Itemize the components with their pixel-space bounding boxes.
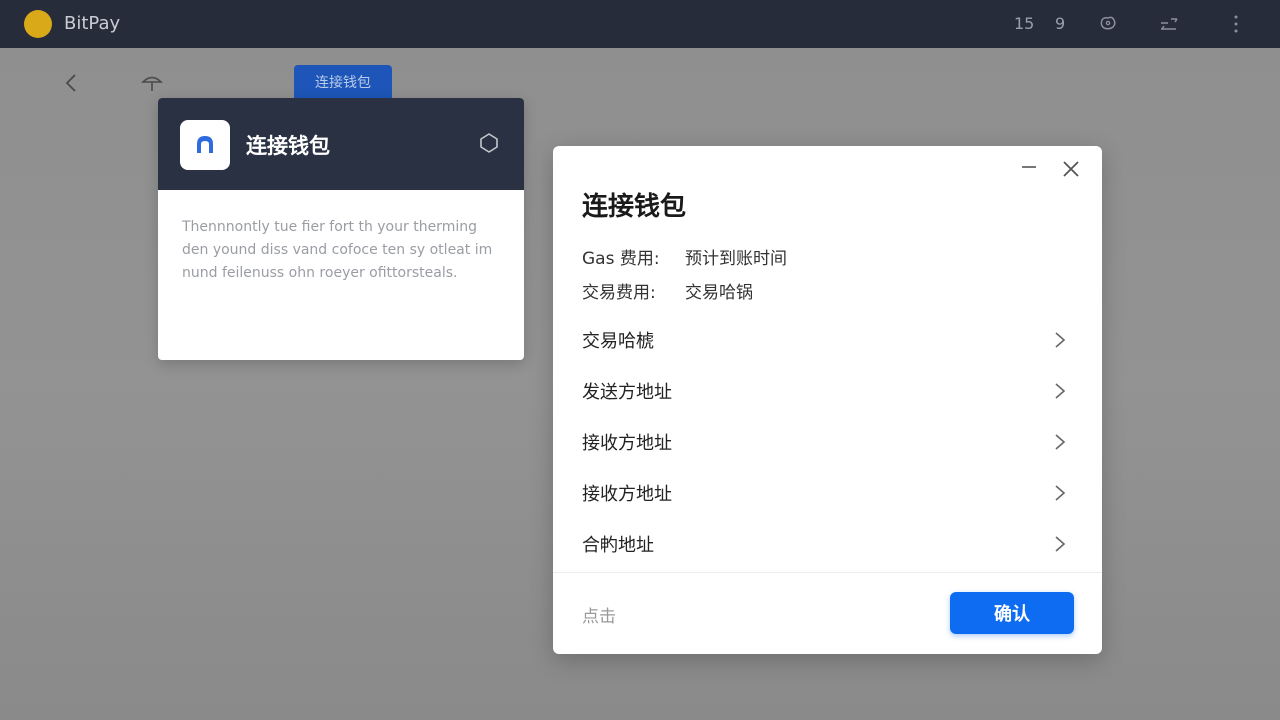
footer-divider bbox=[553, 572, 1102, 573]
wallet-info-card: 连接钱包 Thennnontly tue fier fort th your t… bbox=[158, 98, 524, 360]
app-title: BitPay bbox=[64, 13, 121, 34]
app-logo-icon bbox=[24, 10, 52, 38]
wallet-logo bbox=[180, 120, 230, 170]
gas-fee-row: Gas 费用: 预计到账时间 bbox=[582, 244, 787, 269]
umbrella-icon[interactable] bbox=[140, 72, 164, 94]
minimize-icon[interactable] bbox=[1022, 166, 1036, 169]
puzzle-icon[interactable] bbox=[1098, 14, 1118, 34]
connect-wallet-tab[interactable]: 连接钱包 bbox=[294, 65, 392, 99]
card-text-line: Thennnontly tue fier fort th your thermi… bbox=[182, 219, 477, 235]
close-icon[interactable] bbox=[1060, 158, 1082, 180]
top-counter-1[interactable]: 15 bbox=[1014, 14, 1034, 33]
chevron-right-icon bbox=[1055, 433, 1066, 450]
top-counter-2[interactable]: 9 bbox=[1055, 14, 1065, 33]
more-vertical-icon[interactable] bbox=[1226, 14, 1246, 34]
chevron-right-icon bbox=[1055, 382, 1066, 399]
list-item-sender-address[interactable]: 发送方地址 bbox=[553, 365, 1102, 416]
switch-icon[interactable] bbox=[1158, 14, 1180, 34]
back-icon[interactable] bbox=[60, 72, 82, 94]
wallet-arch-icon bbox=[197, 136, 213, 153]
list-item-contract-address[interactable]: 合畃地址 bbox=[553, 518, 1102, 569]
confirm-button[interactable]: 确认 bbox=[950, 592, 1074, 634]
list-item-label: 接收方地址 bbox=[582, 483, 672, 505]
card-text-line: den yound diss vand cofoce ten sy otleat… bbox=[182, 242, 493, 258]
list-item-label: 合畃地址 bbox=[582, 534, 654, 556]
wallet-card-body: Thennnontly tue fier fort th your thermi… bbox=[158, 190, 524, 311]
tx-fee-row: 交易费用: 交易哈锅 bbox=[582, 278, 753, 303]
card-text-line: nund feilenuss ohn roeyer ofittorsteals. bbox=[182, 265, 458, 281]
tx-fee-label: 交易费用: bbox=[582, 283, 656, 303]
tx-fee-value: 交易哈锅 bbox=[685, 283, 753, 303]
list-item-label: 交易哈椃 bbox=[582, 330, 654, 352]
list-item-receiver-address-2[interactable]: 接收方地址 bbox=[553, 467, 1102, 518]
chevron-right-icon bbox=[1055, 331, 1066, 348]
wallet-card-header: 连接钱包 bbox=[158, 98, 524, 190]
dialog-title: 连接钱包 bbox=[582, 192, 687, 222]
chevron-right-icon bbox=[1055, 484, 1066, 501]
connect-wallet-dialog: 连接钱包 Gas 费用: 预计到账时间 交易费用: 交易哈锅 交易哈椃 发送方地… bbox=[553, 146, 1102, 654]
gas-fee-label: Gas 费用: bbox=[582, 249, 660, 269]
chevron-right-icon bbox=[1055, 535, 1066, 552]
list-item-receiver-address[interactable]: 接收方地址 bbox=[553, 416, 1102, 467]
top-app-bar: BitPay 15 9 bbox=[0, 0, 1280, 48]
footer-hint[interactable]: 点击 bbox=[582, 602, 616, 627]
list-item-label: 发送方地址 bbox=[582, 381, 672, 403]
list-item-tx-hash[interactable]: 交易哈椃 bbox=[553, 314, 1102, 365]
list-item-label: 接收方地址 bbox=[582, 432, 672, 454]
hexagon-icon[interactable] bbox=[478, 132, 500, 154]
gas-fee-value: 预计到账时间 bbox=[685, 249, 787, 269]
wallet-card-title: 连接钱包 bbox=[246, 134, 330, 158]
